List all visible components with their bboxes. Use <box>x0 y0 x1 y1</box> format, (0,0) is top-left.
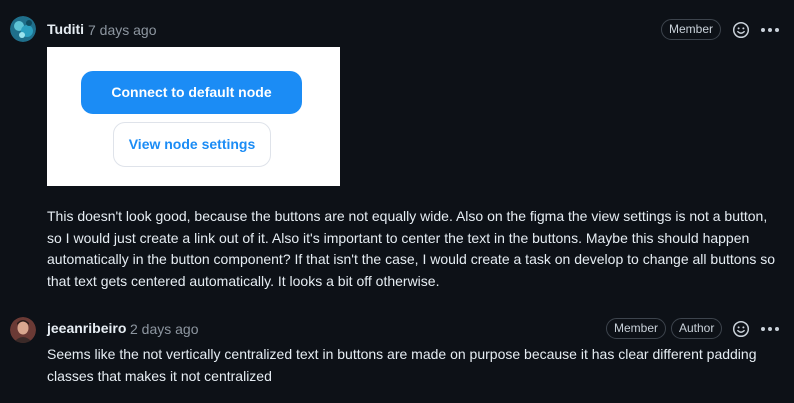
comment-jeeanribeiro: jeeanribeiro 2 days ago Member Author Se… <box>0 300 794 403</box>
avatar-image <box>10 16 36 42</box>
comment-timestamp[interactable]: 2 days ago <box>130 321 199 337</box>
comment-body: Seems like the not vertically centralize… <box>47 346 757 384</box>
kebab-horizontal-icon[interactable] <box>760 321 780 337</box>
view-node-settings-button: View node settings <box>113 122 271 167</box>
smiley-icon[interactable] <box>732 320 750 338</box>
comment-tuditi: Tuditi 7 days ago Member Connect to defa… <box>0 0 794 300</box>
connect-default-node-button: Connect to default node <box>81 71 302 114</box>
author-badge: Author <box>671 318 723 339</box>
embedded-screenshot: Connect to default node View node settin… <box>47 47 340 186</box>
member-badge: Member <box>606 318 667 339</box>
comment-author[interactable]: Tuditi <box>47 21 84 37</box>
avatar[interactable] <box>10 317 36 343</box>
avatar[interactable] <box>10 16 36 42</box>
avatar-image <box>10 317 36 343</box>
comment-author[interactable]: jeeanribeiro <box>47 320 126 336</box>
kebab-horizontal-icon[interactable] <box>760 22 780 38</box>
member-badge: Member <box>661 19 722 40</box>
comment-body: This doesn't look good, because the butt… <box>47 208 776 289</box>
comment-timestamp[interactable]: 7 days ago <box>88 22 157 38</box>
smiley-icon[interactable] <box>732 21 750 39</box>
